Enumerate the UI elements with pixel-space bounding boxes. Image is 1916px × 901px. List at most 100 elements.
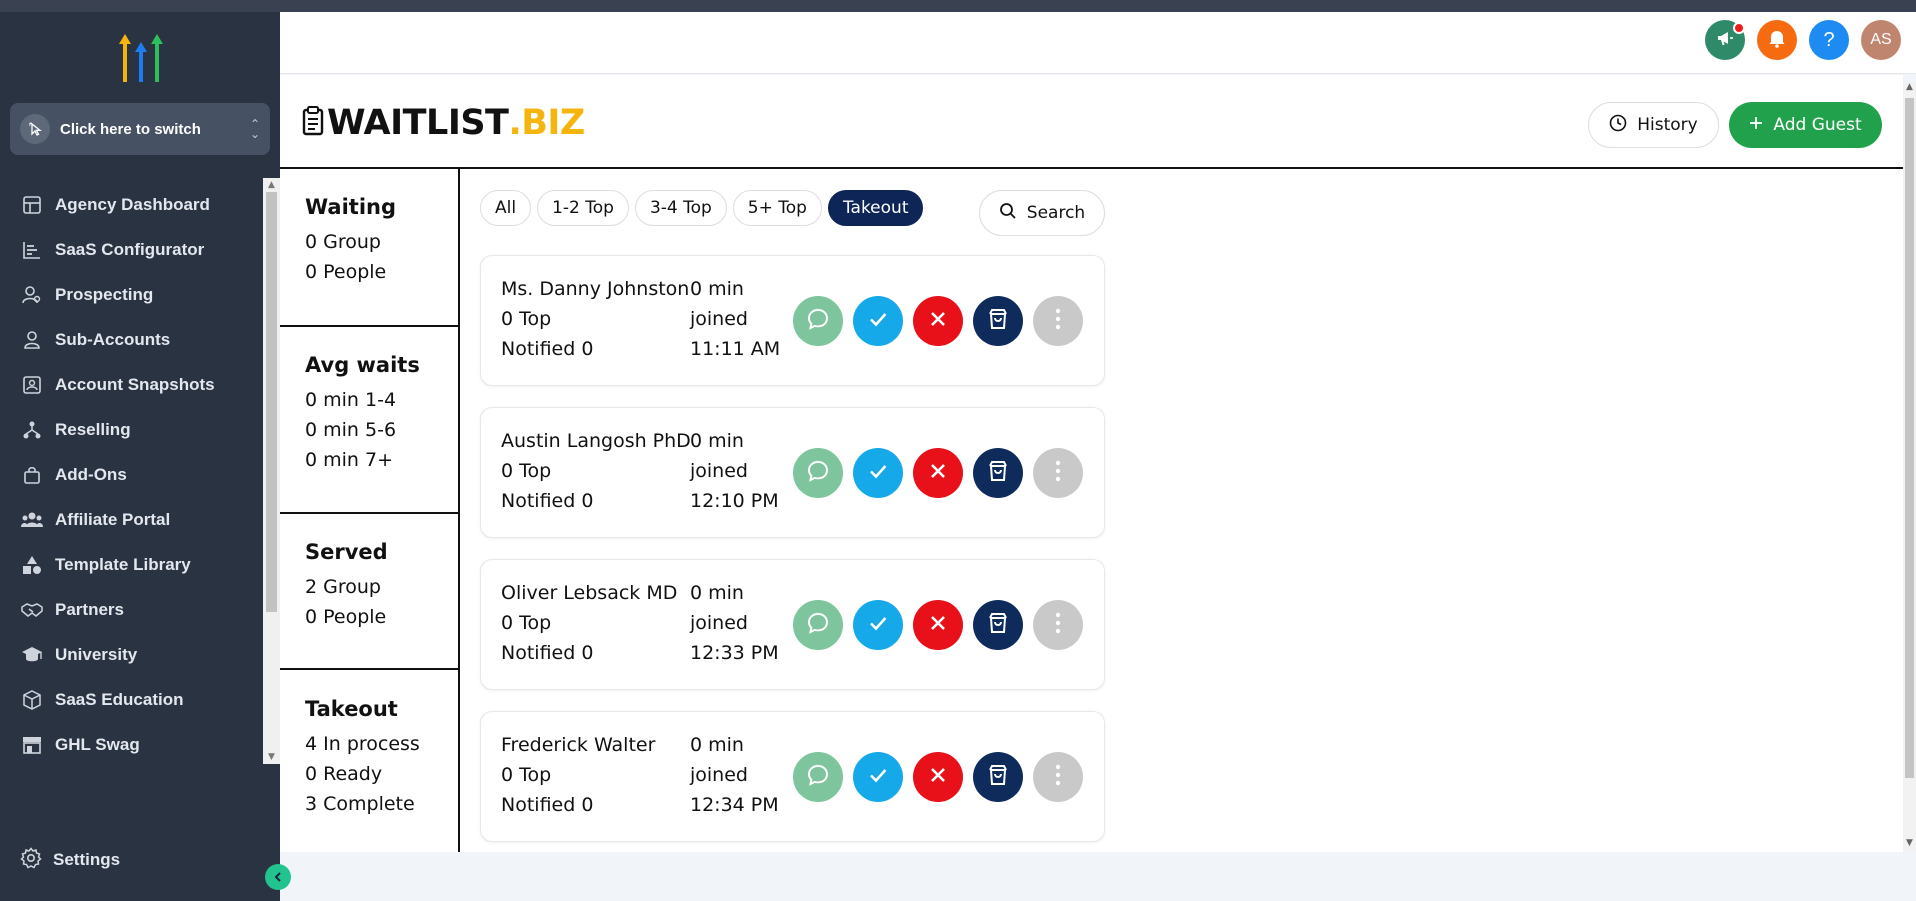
- takeout-button[interactable]: [973, 600, 1023, 650]
- seat-guest-button[interactable]: [853, 600, 903, 650]
- guest-card[interactable]: Ms. Danny Johnston 0 Top Notified 0 0 min jo…: [480, 255, 1105, 386]
- seat-guest-button[interactable]: [853, 448, 903, 498]
- scroll-up-arrow-icon[interactable]: ▲: [1903, 82, 1916, 96]
- sidebar-item-partners[interactable]: Partners: [0, 587, 262, 632]
- more-vertical-icon: [1055, 764, 1061, 790]
- clock-icon: [1609, 114, 1627, 137]
- sidebar-nav: Agency Dashboard SaaS Configurator Prosp…: [0, 182, 262, 762]
- search-button[interactable]: Search: [979, 190, 1105, 236]
- guest-name: Frederick Walter: [501, 734, 656, 756]
- scrollbar-thumb[interactable]: [266, 192, 277, 612]
- sidebar-item-template-library[interactable]: Template Library: [0, 542, 262, 587]
- guest-name: Austin Langosh PhD: [501, 430, 691, 452]
- remove-guest-button[interactable]: [913, 600, 963, 650]
- more-options-button[interactable]: [1033, 448, 1083, 498]
- takeout-button[interactable]: [973, 448, 1023, 498]
- scroll-down-arrow-icon[interactable]: ▼: [263, 750, 280, 764]
- sidebar-item-affiliate-portal[interactable]: Affiliate Portal: [0, 497, 262, 542]
- seat-guest-button[interactable]: [853, 752, 903, 802]
- guest-party-size: 0 Top: [501, 460, 552, 482]
- sidebar-item-settings[interactable]: Settings: [20, 847, 120, 873]
- bell-icon: [1767, 28, 1787, 52]
- stats-waiting: Waiting 0 Group 0 People: [280, 195, 458, 287]
- header-divider: [280, 167, 1903, 169]
- shopping-bag-icon: [986, 307, 1010, 335]
- remove-guest-button[interactable]: [913, 296, 963, 346]
- user-icon: [20, 328, 44, 352]
- sidebar-item-saas-configurator[interactable]: SaaS Configurator: [0, 227, 262, 272]
- add-guest-button[interactable]: Add Guest: [1729, 102, 1882, 148]
- shopping-bag-icon: [986, 459, 1010, 487]
- guest-actions: [793, 448, 1083, 498]
- sidebar-item-add-ons[interactable]: Add-Ons: [0, 452, 262, 497]
- takeout-button[interactable]: [973, 296, 1023, 346]
- scroll-up-arrow-icon[interactable]: ▲: [263, 178, 280, 192]
- close-icon: [927, 308, 949, 334]
- notification-dot: [1733, 22, 1745, 34]
- message-guest-button[interactable]: [793, 752, 843, 802]
- sidebar-item-sub-accounts[interactable]: Sub-Accounts: [0, 317, 262, 362]
- message-guest-button[interactable]: [793, 600, 843, 650]
- notifications-button[interactable]: [1757, 20, 1797, 60]
- scrollbar-thumb[interactable]: [1905, 98, 1914, 778]
- main-scrollbar[interactable]: ▲ ▼: [1903, 82, 1916, 852]
- sidebar-item-label: University: [55, 644, 138, 664]
- stat-line: 4 In process: [305, 733, 420, 755]
- stats-avg-waits: Avg waits 0 min 1-4 0 min 5-6 0 min 7+: [280, 353, 458, 475]
- brand-suffix: .BIZ: [508, 103, 585, 143]
- check-icon: [866, 307, 890, 335]
- message-guest-button[interactable]: [793, 296, 843, 346]
- megaphone-icon: [1715, 28, 1735, 52]
- stat-line: 2 Group: [305, 576, 381, 598]
- sidebar-scrollbar[interactable]: ▲ ▼: [263, 178, 280, 764]
- stat-line: 0 min 5-6: [305, 419, 397, 441]
- filter-chip-takeout[interactable]: Takeout: [827, 190, 924, 226]
- dashboard-icon: [20, 193, 44, 217]
- shapes-icon: [20, 553, 44, 577]
- filter-chip-1-2-top[interactable]: 1-2 Top: [537, 190, 629, 226]
- takeout-button[interactable]: [973, 752, 1023, 802]
- remove-guest-button[interactable]: [913, 448, 963, 498]
- message-guest-button[interactable]: [793, 448, 843, 498]
- shopping-bag-icon: [986, 611, 1010, 639]
- more-options-button[interactable]: [1033, 752, 1083, 802]
- avatar[interactable]: AS: [1861, 20, 1901, 60]
- filter-chip-all[interactable]: All: [480, 190, 532, 226]
- guest-card[interactable]: Frederick Walter 0 Top Notified 0 0 min join…: [480, 711, 1105, 842]
- sidebar-item-ghl-swag[interactable]: GHL Swag: [0, 722, 262, 762]
- collapse-sidebar-button[interactable]: [265, 864, 291, 890]
- announcements-button[interactable]: [1705, 20, 1745, 60]
- remove-guest-button[interactable]: [913, 752, 963, 802]
- more-options-button[interactable]: [1033, 296, 1083, 346]
- filter-chip-5-plus-top[interactable]: 5+ Top: [732, 190, 822, 226]
- stat-divider: [280, 325, 458, 327]
- waitlist-main-panel: WAITLIST .BIZ History Add Guest Waiting 0…: [280, 75, 1903, 852]
- window-top-strip: [0, 0, 1916, 12]
- sidebar-item-university[interactable]: University: [0, 632, 262, 677]
- guest-card[interactable]: Oliver Lebsack MD 0 Top Notified 0 0 min joi…: [480, 559, 1105, 690]
- close-icon: [927, 764, 949, 790]
- sidebar-item-prospecting[interactable]: Prospecting: [0, 272, 262, 317]
- guest-actions: [793, 752, 1083, 802]
- scroll-down-arrow-icon[interactable]: ▼: [1903, 838, 1916, 852]
- help-button[interactable]: ?: [1809, 20, 1849, 60]
- more-options-button[interactable]: [1033, 600, 1083, 650]
- snapshot-icon: [20, 373, 44, 397]
- filter-chip-3-4-top[interactable]: 3-4 Top: [634, 190, 727, 226]
- history-button[interactable]: History: [1588, 102, 1719, 148]
- account-switcher[interactable]: Click here to switch ⌃ ⌄: [10, 103, 270, 155]
- sidebar-item-account-snapshots[interactable]: Account Snapshots: [0, 362, 262, 407]
- sidebar-item-label: Template Library: [55, 554, 191, 574]
- sidebar-item-reselling[interactable]: Reselling: [0, 407, 262, 452]
- guest-wait-time: 0 min: [690, 278, 744, 300]
- guest-name: Ms. Danny Johnston: [501, 278, 690, 300]
- search-icon: [999, 202, 1017, 225]
- sidebar-item-saas-education[interactable]: SaaS Education: [0, 677, 262, 722]
- guest-card[interactable]: Austin Langosh PhD 0 Top Notified 0 0 min jo…: [480, 407, 1105, 538]
- stat-line: 0 min 1-4: [305, 389, 397, 411]
- sidebar-item-agency-dashboard[interactable]: Agency Dashboard: [0, 182, 262, 227]
- seat-guest-button[interactable]: [853, 296, 903, 346]
- guest-notified-count: Notified 0: [501, 490, 594, 512]
- bag-icon: [20, 463, 44, 487]
- sidebar: Click here to switch ⌃ ⌄ Agency Dashboard…: [0, 12, 291, 901]
